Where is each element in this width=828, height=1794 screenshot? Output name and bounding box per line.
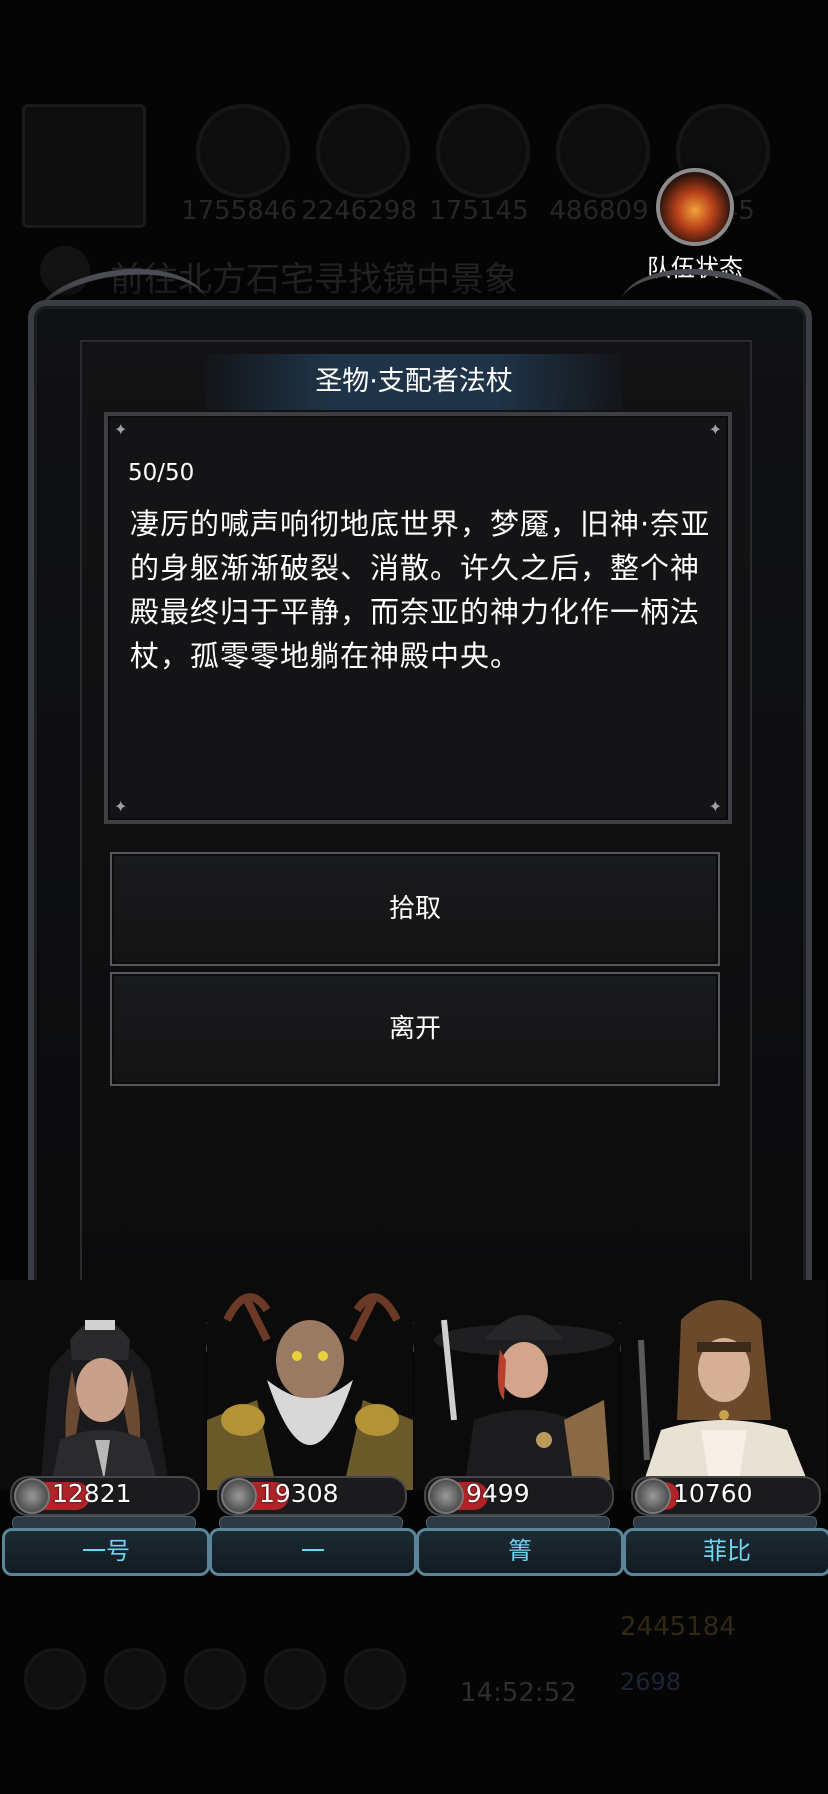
party-member[interactable]: 12821 一号 xyxy=(0,1280,210,1580)
party-member[interactable]: 10760 菲比 xyxy=(621,1280,828,1580)
hero-name[interactable]: 菲比 xyxy=(623,1528,828,1576)
sword-icon xyxy=(14,1478,50,1514)
gem-amount: 2698 xyxy=(620,1668,682,1696)
corner-star-icon: ✦ xyxy=(114,797,128,816)
leave-button[interactable]: 离开 xyxy=(110,972,720,1086)
item-counter: 50/50 xyxy=(128,460,195,486)
hp-value: 19308 xyxy=(259,1479,339,1508)
sword-icon xyxy=(635,1478,671,1514)
fire-emblem-icon xyxy=(656,168,734,246)
hero-portrait xyxy=(207,1280,413,1490)
nav-icon xyxy=(104,1648,166,1710)
pickup-button[interactable]: 拾取 xyxy=(110,852,720,966)
resource-icon xyxy=(436,104,530,198)
description-box: ✦ ✦ ✦ ✦ 50/50 凄厉的喊声响彻地底世界，梦魇，旧神·奈亚的身躯渐渐破… xyxy=(104,412,732,824)
description-text: 凄厉的喊声响彻地底世界，梦魇，旧神·奈亚的身躯渐渐破裂、消散。许久之后，整个神殿… xyxy=(130,507,711,673)
resource-value: 2246298 xyxy=(301,196,417,226)
dialog-title: 圣物·支配者法杖 xyxy=(206,354,622,410)
team-status-button[interactable]: 队伍状态 xyxy=(640,168,750,283)
corner-star-icon: ✦ xyxy=(114,420,128,439)
corner-star-icon: ✦ xyxy=(708,420,722,439)
sword-icon xyxy=(221,1478,257,1514)
hero-name[interactable]: 一号 xyxy=(2,1528,210,1576)
dimmed-bottom-hud: 14:52:52 2445184 2698 xyxy=(0,1600,828,1794)
hp-bar: 10760 xyxy=(631,1476,821,1516)
nav-icon xyxy=(344,1648,406,1710)
gold-amount: 2445184 xyxy=(620,1612,736,1642)
hp-bar: 12821 xyxy=(10,1476,200,1516)
resource-icon xyxy=(316,104,410,198)
resource-icon xyxy=(556,104,650,198)
party-member[interactable]: 9499 箐 xyxy=(414,1280,624,1580)
hero-portrait xyxy=(0,1280,206,1490)
resource-value: 175145 xyxy=(429,196,529,226)
hp-bar: 19308 xyxy=(217,1476,407,1516)
hero-name[interactable]: 箐 xyxy=(416,1528,624,1576)
hp-bar: 9499 xyxy=(424,1476,614,1516)
nav-icon xyxy=(264,1648,326,1710)
hero-portrait xyxy=(414,1280,620,1490)
nav-icon xyxy=(184,1648,246,1710)
party-member[interactable]: 19308 一 xyxy=(207,1280,417,1580)
hp-value: 10760 xyxy=(673,1479,753,1508)
hero-name[interactable]: 一 xyxy=(209,1528,417,1576)
sword-icon xyxy=(428,1478,464,1514)
player-portrait xyxy=(22,104,146,228)
hero-portrait xyxy=(621,1280,827,1490)
resource-icon xyxy=(196,104,290,198)
hp-value: 12821 xyxy=(52,1479,132,1508)
clock: 14:52:52 xyxy=(460,1678,577,1708)
corner-star-icon: ✦ xyxy=(708,797,722,816)
nav-icon xyxy=(24,1648,86,1710)
resource-value: 1755846 xyxy=(181,196,297,226)
hp-value: 9499 xyxy=(466,1479,530,1508)
